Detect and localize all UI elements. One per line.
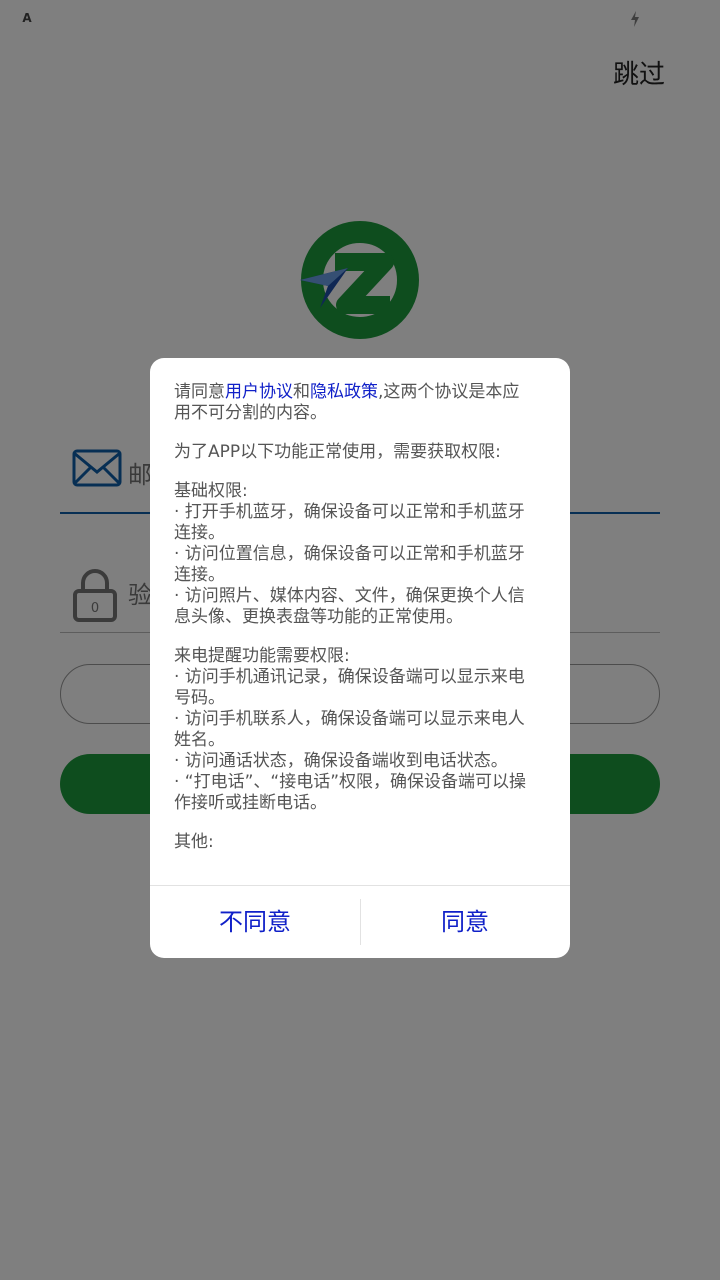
basic-item-2b: 连接。 [174, 565, 225, 585]
intro-suffix-2: 用不可分割的内容。 [174, 403, 327, 423]
other-permissions-title: 其他: [174, 832, 214, 852]
user-agreement-link[interactable]: 用户协议 [225, 382, 293, 402]
and-word: 和 [293, 382, 310, 402]
intro-text: 请同意用户协议和隐私政策,这两个协议是本应用不可分割的内容。 [174, 382, 546, 424]
intro-suffix-1: ,这两个协议是本应 [378, 382, 520, 402]
agree-button[interactable]: 同意 [360, 886, 570, 958]
basic-permissions-title: 基础权限: [174, 481, 248, 501]
other-permissions: 其他: [174, 832, 546, 853]
privacy-dialog: 请同意用户协议和隐私政策,这两个协议是本应用不可分割的内容。 为了APP以下功能… [150, 358, 570, 958]
call-permissions-title: 来电提醒功能需要权限: [174, 646, 350, 666]
call-item-4b: 作接听或挂断电话。 [174, 793, 327, 813]
call-item-4a: · “打电话”、“接电话”权限，确保设备端可以操 [174, 772, 527, 792]
dialog-footer: 不同意 同意 [150, 885, 570, 958]
call-permissions: 来电提醒功能需要权限: · 访问手机通讯记录，确保设备端可以显示来电 号码。 ·… [174, 646, 546, 814]
call-item-1b: 号码。 [174, 688, 225, 708]
call-item-1a: · 访问手机通讯记录，确保设备端可以显示来电 [174, 667, 525, 687]
privacy-policy-link[interactable]: 隐私政策 [310, 382, 378, 402]
basic-item-1b: 连接。 [174, 523, 225, 543]
call-item-2b: 姓名。 [174, 730, 225, 750]
intro-prefix: 请同意 [174, 382, 225, 402]
basic-item-1a: · 打开手机蓝牙，确保设备可以正常和手机蓝牙 [174, 502, 525, 522]
call-item-2a: · 访问手机联系人，确保设备端可以显示来电人 [174, 709, 525, 729]
dialog-content[interactable]: 请同意用户协议和隐私政策,这两个协议是本应用不可分割的内容。 为了APP以下功能… [150, 358, 570, 885]
basic-item-2a: · 访问位置信息，确保设备可以正常和手机蓝牙 [174, 544, 525, 564]
purpose-text: 为了APP以下功能正常使用，需要获取权限: [174, 442, 501, 462]
basic-item-3a: · 访问照片、媒体内容、文件，确保更换个人信 [174, 586, 525, 606]
basic-permissions: 基础权限: · 打开手机蓝牙，确保设备可以正常和手机蓝牙 连接。 · 访问位置信… [174, 481, 546, 628]
disagree-button[interactable]: 不同意 [150, 886, 360, 958]
basic-item-3b: 息头像、更换表盘等功能的正常使用。 [174, 607, 463, 627]
call-item-3: · 访问通话状态，确保设备端收到电话状态。 [174, 751, 508, 771]
